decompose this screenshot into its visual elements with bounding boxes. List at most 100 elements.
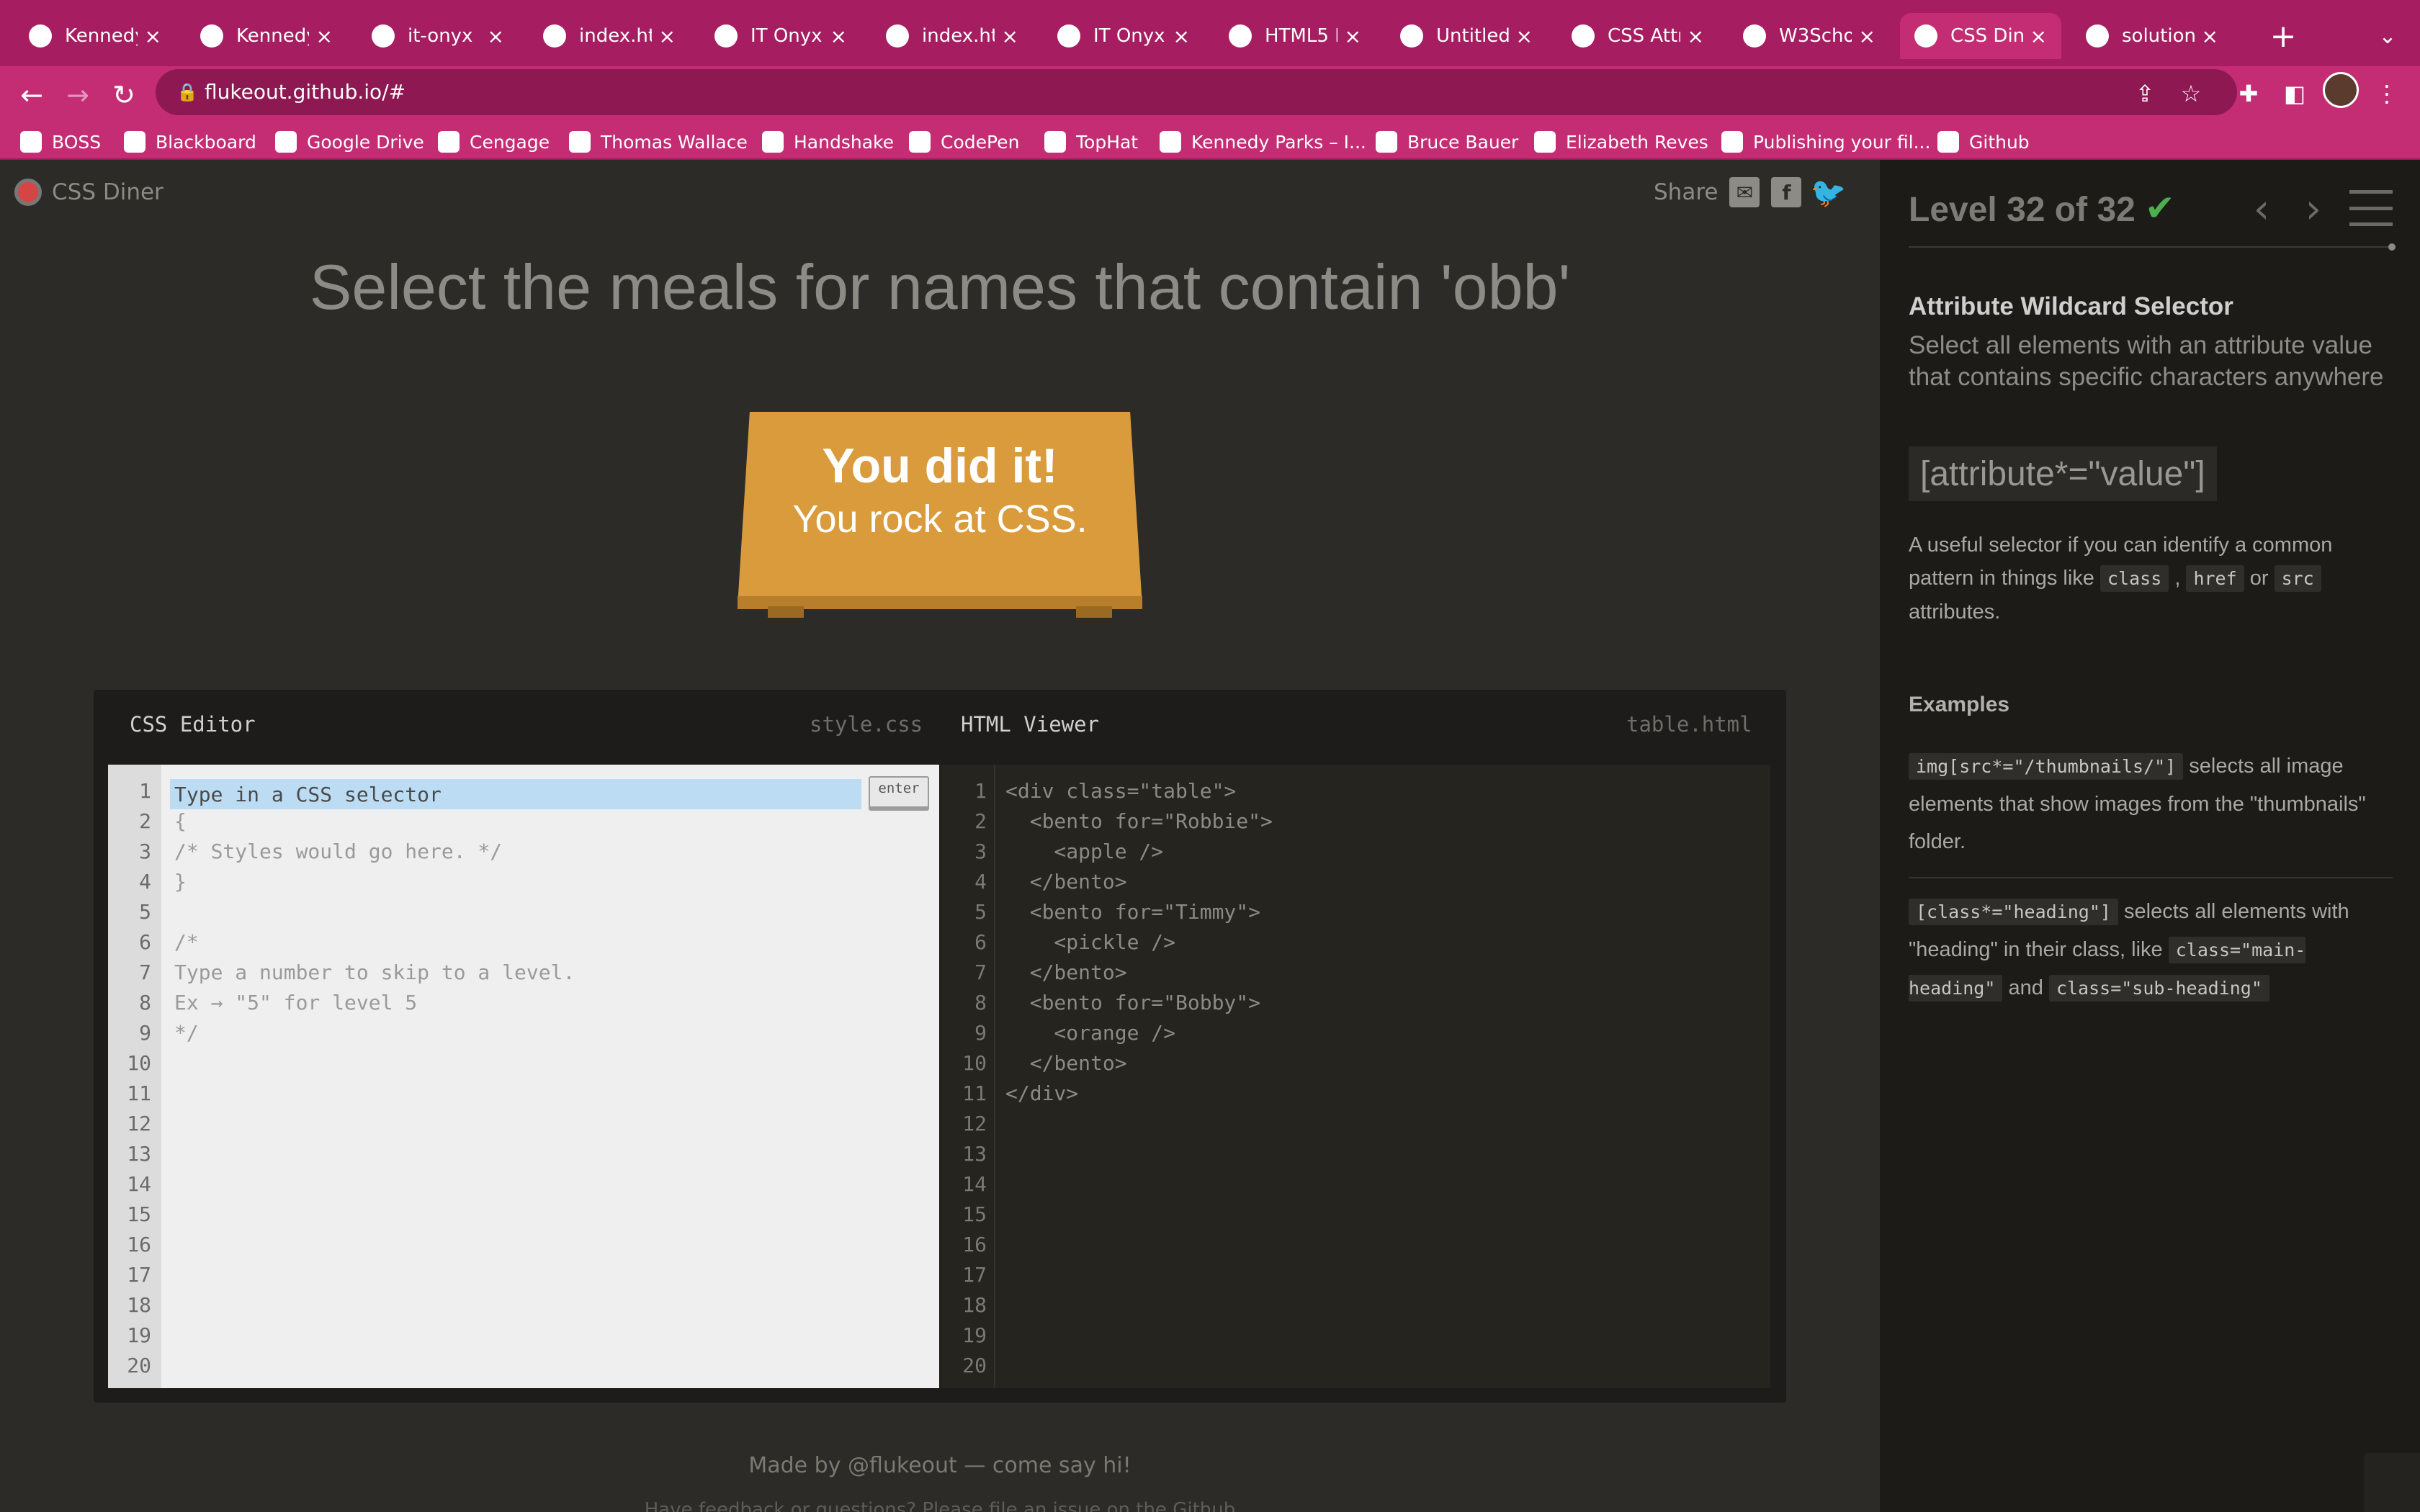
close-tab-icon[interactable]: × xyxy=(1173,24,1190,48)
bookmark-item[interactable]: Elizabeth Reves xyxy=(1534,124,1708,160)
twitter-icon[interactable]: 🐦 xyxy=(1811,176,1847,210)
close-tab-icon[interactable]: × xyxy=(1859,24,1876,48)
previous-level-button[interactable]: ‹ xyxy=(2240,186,2283,233)
html-code-line: <pickle /> xyxy=(1005,930,1176,954)
level-progress-bar xyxy=(1909,246,2391,248)
url-text[interactable]: flukeout.github.io/# xyxy=(205,76,405,108)
bookmark-icon xyxy=(1721,131,1743,153)
html-line-number: 7 xyxy=(974,960,987,984)
browser-tab[interactable]: KennedyP × xyxy=(14,13,176,59)
share-page-icon[interactable]: ⇪ xyxy=(2125,73,2165,114)
browser-tab[interactable]: IT Onyx | × xyxy=(700,13,861,59)
email-icon[interactable]: ✉ xyxy=(1729,177,1760,207)
next-level-button[interactable]: › xyxy=(2292,186,2335,233)
html-code-line: </div> xyxy=(1005,1081,1079,1105)
bookmark-item[interactable]: Bruce Bauer xyxy=(1376,124,1518,160)
browser-tab[interactable]: W3Schoo × xyxy=(1729,13,1890,59)
example-1-code: img[src*="/thumbnails/"] xyxy=(1909,753,2184,780)
close-tab-icon[interactable]: × xyxy=(488,24,504,48)
browser-tab[interactable]: HTML5 R × xyxy=(1214,13,1376,59)
close-tab-icon[interactable]: × xyxy=(2202,24,2218,48)
close-tab-icon[interactable]: × xyxy=(1002,24,1018,48)
css-code-line: Ex → "5" for level 5 xyxy=(174,991,418,1014)
footer-text: Made by @flukeout — come say hi! xyxy=(748,1453,1131,1478)
html-code-line: <bento for="Bobby"> xyxy=(1005,991,1261,1014)
bookmark-label: TopHat xyxy=(1076,131,1139,153)
new-tab-button[interactable]: + xyxy=(2260,13,2306,59)
html-line-number: 9 xyxy=(974,1021,987,1045)
tab-search-button[interactable]: ⌄ xyxy=(2370,13,2406,59)
bookmark-item[interactable]: Handshake xyxy=(762,124,894,160)
bookmark-item[interactable]: Github xyxy=(1937,124,2030,160)
browser-tab[interactable]: it-onyx × xyxy=(357,13,519,59)
bookmark-label: Publishing your fil... xyxy=(1753,131,1931,153)
bookmark-item[interactable]: Publishing your fil... xyxy=(1721,124,1930,160)
browser-tab[interactable]: index.htm × xyxy=(871,13,1033,59)
profile-avatar[interactable] xyxy=(2323,72,2359,108)
css-line-number: 17 xyxy=(127,1263,151,1287)
more-menu-icon[interactable]: ⋮ xyxy=(2367,73,2407,114)
browser-tab[interactable]: CSS Dine × xyxy=(1900,13,2061,59)
close-tab-icon[interactable]: × xyxy=(316,24,333,48)
table-leg-left xyxy=(768,606,804,618)
bookmark-star-icon[interactable]: ☆ xyxy=(2171,73,2211,114)
close-tab-icon[interactable]: × xyxy=(2030,24,2047,48)
browser-tab[interactable]: Untitled d × xyxy=(1386,13,1547,59)
close-tab-icon[interactable]: × xyxy=(1688,24,1704,48)
address-bar[interactable] xyxy=(156,69,2237,115)
example-2-code: [class*="heading"] xyxy=(1909,899,2118,925)
lock-icon[interactable]: 🔒 xyxy=(173,78,202,107)
close-tab-icon[interactable]: × xyxy=(830,24,847,48)
browser-tab[interactable]: CSS Attri × xyxy=(1557,13,1718,59)
extensions-icon[interactable]: ✚ xyxy=(2228,73,2269,114)
tab-title: Untitled d xyxy=(1436,25,1509,47)
diner-icon xyxy=(1914,24,1937,48)
back-button[interactable]: ← xyxy=(10,73,53,117)
close-tab-icon[interactable]: × xyxy=(1345,24,1361,48)
corner-widget xyxy=(2364,1453,2420,1512)
bookmark-item[interactable]: CodePen xyxy=(909,124,1019,160)
html-code-line: <div class="table"> xyxy=(1005,779,1237,803)
css-selector-input[interactable] xyxy=(170,779,861,809)
browser-tab[interactable]: solutions × xyxy=(2071,13,2233,59)
close-tab-icon[interactable]: × xyxy=(659,24,676,48)
close-tab-icon[interactable]: × xyxy=(145,24,161,48)
html-line-number: 10 xyxy=(962,1051,987,1075)
bookmark-item[interactable]: TopHat xyxy=(1044,124,1138,160)
bookmark-item[interactable]: Blackboard xyxy=(124,124,256,160)
example-1: img[src*="/thumbnails/"] selects all ima… xyxy=(1909,747,2393,860)
github-icon xyxy=(2086,24,2109,48)
browser-tab[interactable]: index.htm × xyxy=(529,13,690,59)
bookmark-item[interactable]: Cengage xyxy=(438,124,550,160)
html-line-number: 5 xyxy=(974,900,987,924)
example-divider xyxy=(1909,877,2393,878)
bookmark-item[interactable]: BOSS xyxy=(20,124,101,160)
example-2: [class*="heading"] selects all elements … xyxy=(1909,893,2393,1007)
footer-credit: Made by @flukeout — come say hi! xyxy=(0,1453,1880,1478)
html-code-line: <bento for="Timmy"> xyxy=(1005,900,1261,924)
forward-button[interactable]: → xyxy=(56,73,99,117)
logo[interactable]: CSS Diner xyxy=(14,179,163,206)
bookmark-item[interactable]: Thomas Wallace xyxy=(569,124,748,160)
enter-button[interactable]: enter xyxy=(869,776,929,808)
html-line-number: 14 xyxy=(962,1172,987,1196)
css-line-number: 16 xyxy=(127,1233,151,1256)
bookmark-item[interactable]: Google Drive xyxy=(275,124,424,160)
side-panel-icon[interactable]: ◧ xyxy=(2275,73,2315,114)
tab-title: KennedyP xyxy=(236,25,309,47)
tab-title: index.htm xyxy=(579,25,652,47)
close-tab-icon[interactable]: × xyxy=(1516,24,1533,48)
facebook-icon[interactable]: f xyxy=(1771,177,1802,207)
codepen-icon xyxy=(1229,24,1252,48)
css-line-number: 8 xyxy=(139,991,151,1014)
html-code-line: </bento> xyxy=(1005,870,1127,894)
level-menu-icon[interactable] xyxy=(2349,190,2393,226)
reload-button[interactable]: ↻ xyxy=(102,73,145,117)
html-line-number: 20 xyxy=(962,1354,987,1377)
css-line-number: 5 xyxy=(139,900,151,924)
selector-syntax: [attribute*="value"] xyxy=(1909,446,2217,501)
browser-tab[interactable]: KennedyP × xyxy=(186,13,347,59)
browser-tab[interactable]: IT Onyx – × xyxy=(1043,13,1204,59)
tab-title: IT Onyx – xyxy=(1093,25,1166,47)
bookmark-item[interactable]: Kennedy Parks – I... xyxy=(1160,124,1366,160)
